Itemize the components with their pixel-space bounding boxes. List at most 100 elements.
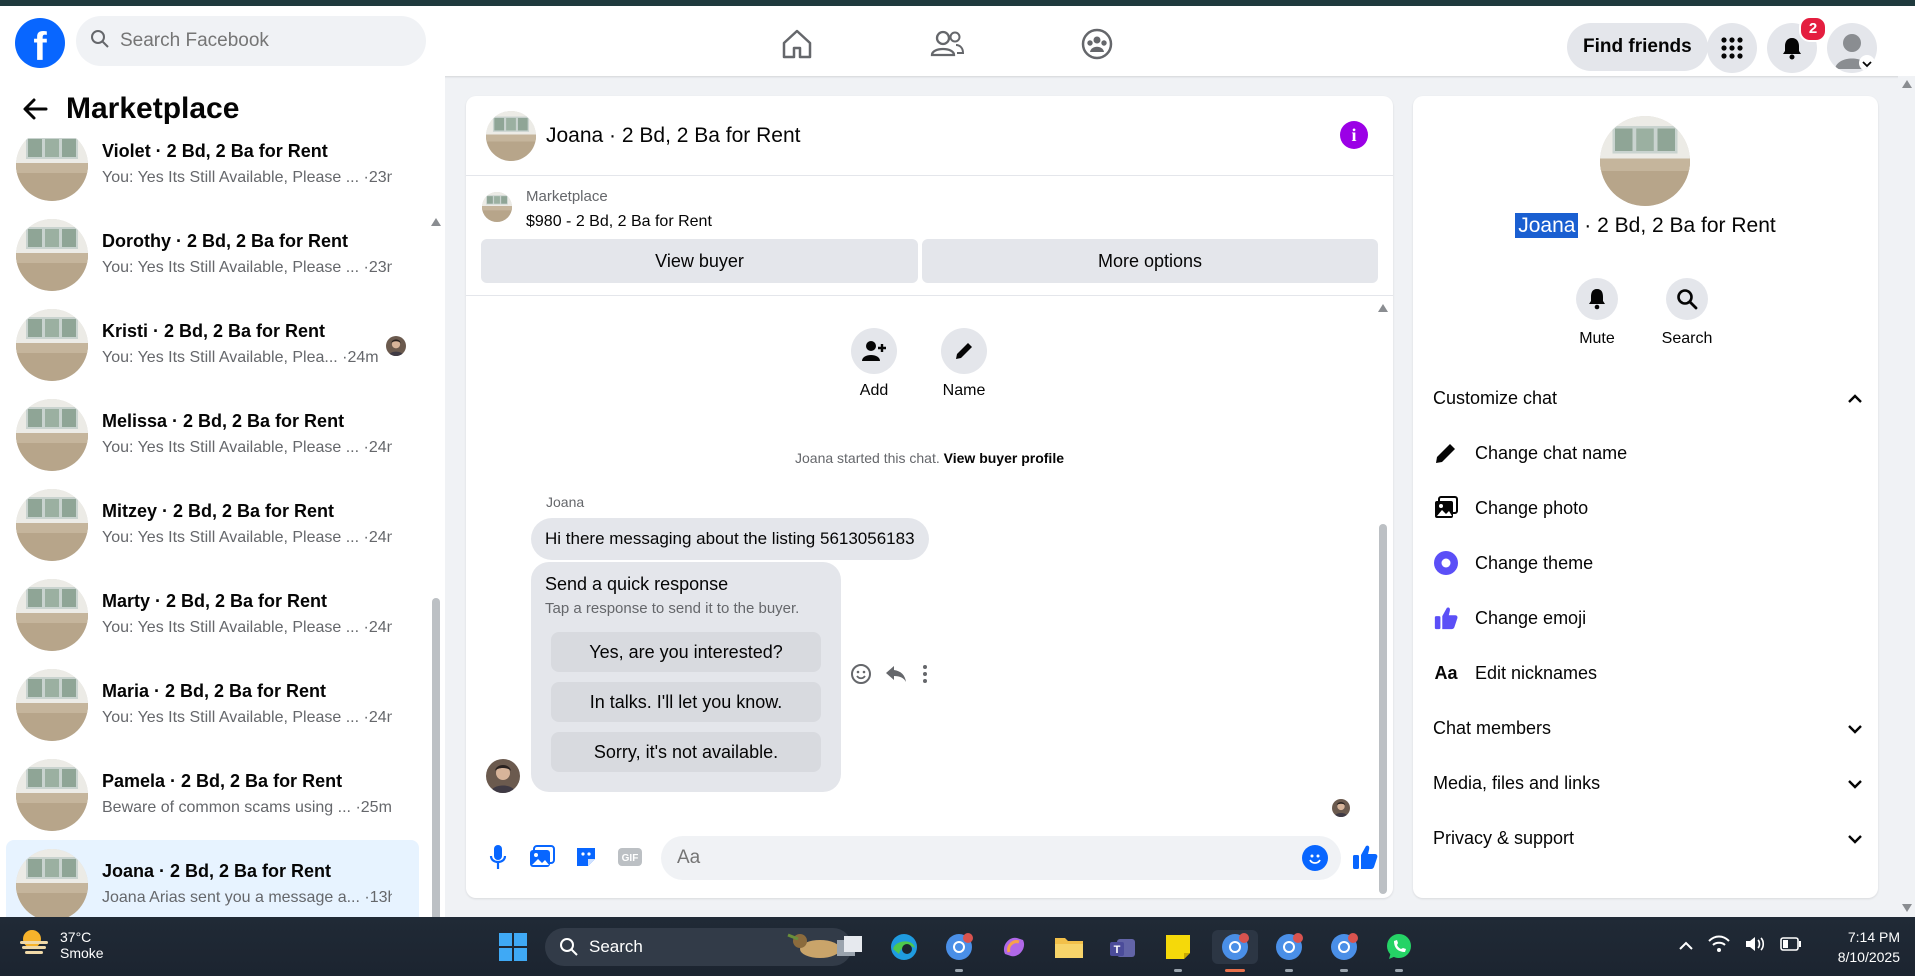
copilot-icon[interactable]: [997, 930, 1031, 964]
customize-chat-section[interactable]: Customize chat: [1433, 378, 1863, 418]
listing-price[interactable]: $980 - 2 Bd, 2 Ba for Rent: [526, 213, 712, 231]
chevron-down-icon[interactable]: [1847, 718, 1863, 739]
emoji-picker-icon[interactable]: [1302, 845, 1328, 871]
chevron-down-icon[interactable]: [1847, 828, 1863, 849]
chat-details-panel: Joana · 2 Bd, 2 Ba for Rent Mute Search …: [1413, 96, 1878, 898]
listing-banner: Marketplace $980 - 2 Bd, 2 Ba for Rent V…: [466, 176, 1393, 296]
search-icon: [90, 29, 110, 54]
add-person-icon[interactable]: [851, 328, 897, 374]
privacy-support-section[interactable]: Privacy & support: [1433, 818, 1863, 858]
chevron-down-icon[interactable]: [1847, 773, 1863, 794]
sticky-notes-icon[interactable]: [1161, 930, 1195, 964]
chat-details-avatar[interactable]: [1600, 116, 1690, 206]
conversation-preview: You: Yes Its Still Available, Please ...…: [102, 439, 392, 457]
chrome-profile-icon[interactable]: [942, 930, 976, 964]
quick-response-in-talks[interactable]: In talks. I'll let you know.: [551, 682, 821, 722]
name-chat-action[interactable]: Name: [929, 328, 999, 400]
conversation-item[interactable]: Melissa · 2 Bd, 2 Ba for Rent You: Yes It…: [6, 390, 419, 480]
conversation-name: Mitzey · 2 Bd, 2 Ba for Rent: [102, 501, 335, 521]
battery-icon[interactable]: [1780, 937, 1802, 956]
conversation-item[interactable]: Maria · 2 Bd, 2 Ba for Rent You: Yes Its …: [6, 660, 419, 750]
facebook-logo[interactable]: f: [15, 18, 65, 68]
listing-thumbnail[interactable]: [482, 192, 512, 222]
chrome-profile-3-icon[interactable]: [1327, 930, 1361, 964]
task-view-icon[interactable]: [833, 930, 867, 964]
sidebar-scrollbar[interactable]: [430, 136, 442, 917]
weather-widget[interactable]: 37°C Smoke: [18, 927, 104, 962]
page-scrollbar[interactable]: [1898, 76, 1915, 917]
profile-avatar[interactable]: [1827, 23, 1877, 73]
search-in-chat-action[interactable]: Search: [1647, 278, 1727, 348]
whatsapp-icon[interactable]: [1382, 930, 1416, 964]
system-clock[interactable]: 7:14 PM 8/10/2025: [1810, 927, 1900, 967]
quick-response-yes[interactable]: Yes, are you interested?: [551, 632, 821, 672]
more-options-button[interactable]: More options: [922, 239, 1378, 283]
info-icon[interactable]: i: [1340, 121, 1368, 149]
microphone-icon[interactable]: [483, 842, 513, 872]
change-emoji-row[interactable]: Change emoji: [1433, 598, 1853, 638]
edit-nicknames-row[interactable]: Aa Edit nicknames: [1433, 653, 1853, 693]
change-photo-row[interactable]: Change photo: [1433, 488, 1853, 528]
wifi-icon[interactable]: [1708, 935, 1730, 958]
search-input[interactable]: [120, 30, 400, 52]
add-label: Add: [859, 382, 889, 399]
conversation-item[interactable]: Kristi · 2 Bd, 2 Ba for Rent You: Yes Its…: [6, 300, 419, 390]
chevron-up-icon[interactable]: [1678, 938, 1694, 956]
view-buyer-profile-link[interactable]: View buyer profile: [944, 450, 1064, 466]
windows-start-icon[interactable]: [496, 930, 530, 964]
file-explorer-icon[interactable]: [1052, 930, 1086, 964]
message-bubble[interactable]: Hi there messaging about the listing 561…: [531, 518, 929, 560]
mute-action[interactable]: Mute: [1557, 278, 1637, 348]
conversation-item[interactable]: Pamela · 2 Bd, 2 Ba for Rent Beware of co…: [6, 750, 419, 840]
search-facebook-box[interactable]: [76, 16, 426, 66]
conversation-message: Joana Arias sent you a message a...: [102, 889, 360, 906]
chat-avatar[interactable]: [486, 111, 536, 161]
reply-icon[interactable]: [884, 664, 908, 689]
edge-browser-icon[interactable]: [887, 930, 921, 964]
search-icon[interactable]: [1666, 278, 1708, 320]
home-icon[interactable]: [775, 22, 819, 66]
groups-icon[interactable]: [1075, 22, 1119, 66]
selected-name-text[interactable]: Joana: [1515, 213, 1579, 238]
listing-thumbnail: [16, 219, 88, 291]
media-files-links-section[interactable]: Media, files and links: [1433, 763, 1863, 803]
volume-icon[interactable]: [1744, 935, 1766, 958]
photo-icon[interactable]: [527, 842, 557, 872]
conversation-item[interactable]: Mitzey · 2 Bd, 2 Ba for Rent You: Yes Its…: [6, 480, 419, 570]
chrome-profile-2-icon[interactable]: [1272, 930, 1306, 964]
sticker-icon[interactable]: [571, 842, 601, 872]
chrome-active-icon[interactable]: [1212, 930, 1258, 964]
sidebar-scrollbar-thumb[interactable]: [432, 598, 440, 917]
more-vertical-icon[interactable]: [920, 663, 930, 690]
quick-response-not-available[interactable]: Sorry, it's not available.: [551, 732, 821, 772]
taskbar-search[interactable]: Search: [545, 928, 852, 966]
teams-icon[interactable]: T: [1106, 930, 1140, 964]
thumbs-up-icon[interactable]: [1350, 842, 1380, 872]
change-chat-name-row[interactable]: Change chat name: [1433, 433, 1853, 473]
message-input[interactable]: [661, 836, 1341, 880]
thumbs-up-icon: [1433, 605, 1459, 631]
find-friends-button[interactable]: Find friends: [1567, 23, 1708, 71]
menu-grid-icon[interactable]: [1707, 23, 1757, 73]
add-people-action[interactable]: Add: [839, 328, 909, 400]
view-buyer-button[interactable]: View buyer: [481, 239, 918, 283]
friends-icon[interactable]: [925, 22, 969, 66]
bell-icon[interactable]: [1576, 278, 1618, 320]
pencil-icon[interactable]: [941, 328, 987, 374]
conversation-preview: You: Yes Its Still Available, Please ...…: [102, 619, 392, 637]
conversation-item[interactable]: Marty · 2 Bd, 2 Ba for Rent You: Yes Its …: [6, 570, 419, 660]
chat-scrollbar[interactable]: [1376, 296, 1390, 894]
back-arrow-icon[interactable]: [18, 92, 52, 126]
chat-title[interactable]: Joana · 2 Bd, 2 Ba for Rent: [546, 124, 800, 148]
conversation-item[interactable]: Joana · 2 Bd, 2 Ba for Rent Joana Arias s…: [6, 840, 419, 917]
message-composer: GIF: [466, 828, 1393, 888]
sender-avatar[interactable]: [486, 759, 520, 793]
conversation-item[interactable]: Dorothy · 2 Bd, 2 Ba for Rent You: Yes It…: [6, 210, 419, 300]
sidebar-header: Marketplace: [0, 76, 445, 138]
conversation-name: Maria · 2 Bd, 2 Ba for Rent: [102, 681, 327, 701]
chevron-up-icon[interactable]: [1847, 388, 1863, 409]
react-emoji-icon[interactable]: [850, 663, 872, 690]
gif-icon[interactable]: GIF: [615, 842, 645, 872]
change-theme-row[interactable]: Change theme: [1433, 543, 1853, 583]
chat-members-section[interactable]: Chat members: [1433, 708, 1863, 748]
